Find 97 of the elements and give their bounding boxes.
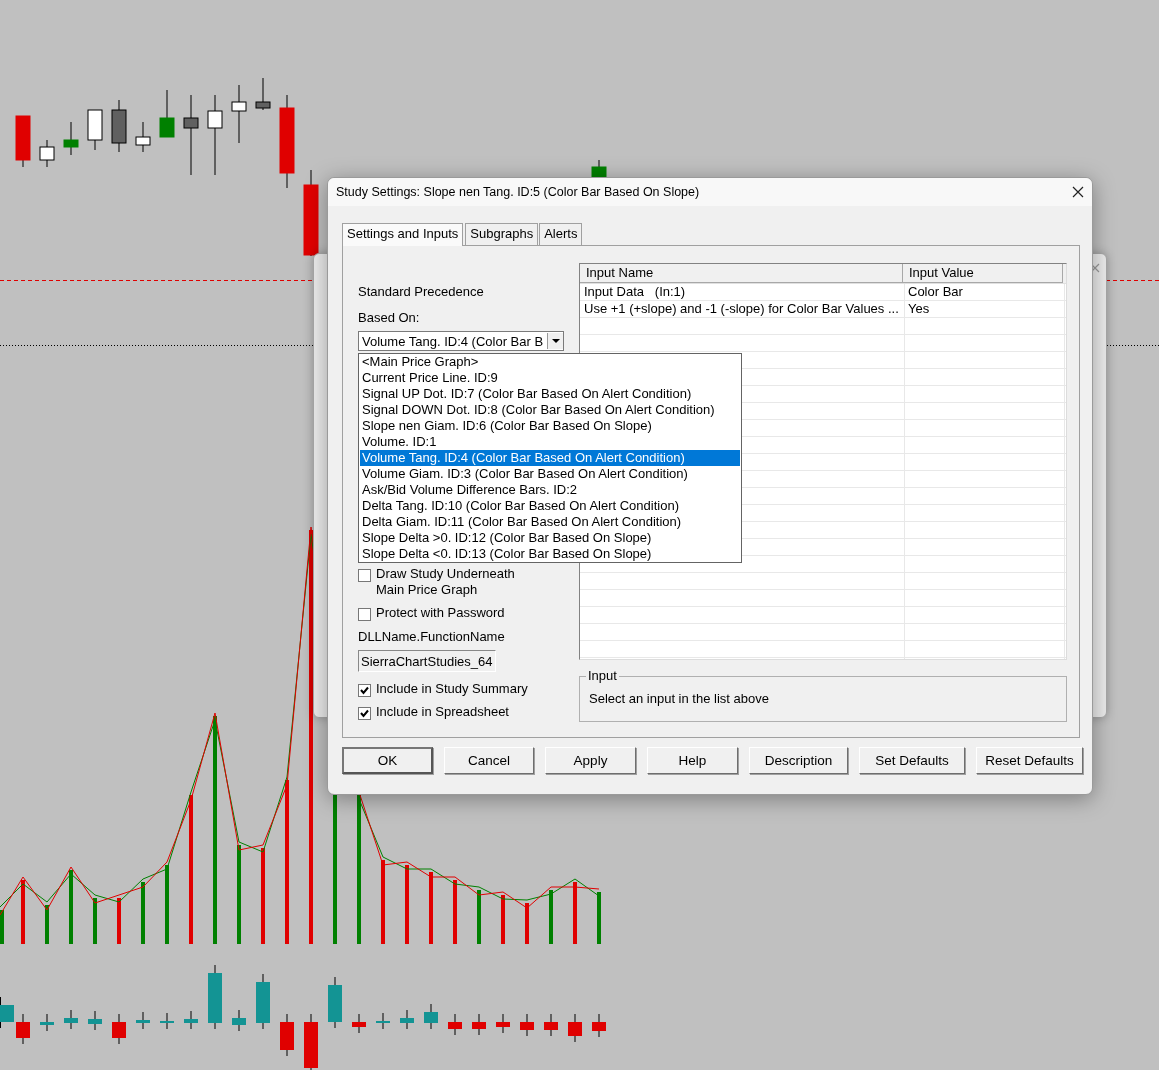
table-cell-text: Input Data (In:1) <box>583 284 687 301</box>
candle <box>135 121 151 153</box>
volume-bar <box>453 880 457 944</box>
dropdown-option[interactable]: Volume. ID:1 <box>360 434 740 450</box>
candle <box>15 115 31 168</box>
candle <box>88 1010 102 1031</box>
window-title: Study Settings: Slope nen Tang. ID:5 (Color Bar Based On Slope) <box>336 185 700 199</box>
dropdown-option[interactable]: Slope Delta >0. ID:12 (Color Bar Based On Slope) <box>360 530 740 546</box>
checkbox[interactable] <box>358 684 371 697</box>
dropdown-option[interactable]: Ask/Bid Volume Difference Bars. ID:2 <box>360 482 740 498</box>
input-hint: Select an input in the list above <box>589 691 770 706</box>
dialog-button[interactable]: Description <box>749 747 848 774</box>
candle <box>112 1013 126 1045</box>
candle <box>544 1013 558 1037</box>
dialog-button[interactable]: OK <box>342 747 433 774</box>
based-on-dropdown[interactable]: Volume Tang. ID:4 (Color Bar B <box>358 331 564 351</box>
dll-name-label: DLLName.FunctionName <box>358 629 506 645</box>
candle <box>39 139 55 168</box>
candle <box>376 1012 390 1030</box>
checkbox-label: Include in Spreadsheet <box>376 704 510 720</box>
candle <box>87 109 103 151</box>
dll-name-field[interactable]: SierraChartStudies_64 <box>358 650 496 672</box>
based-on-label: Based On: <box>358 310 421 326</box>
candle <box>280 1013 294 1057</box>
volume-bar <box>477 890 481 944</box>
candle <box>304 1013 318 1070</box>
volume-bar <box>93 898 97 944</box>
candle <box>160 1012 174 1030</box>
candle <box>16 1013 30 1045</box>
dialog-button[interactable]: Cancel <box>444 747 534 774</box>
tab[interactable]: Subgraphs <box>465 223 539 245</box>
volume-bar <box>429 872 433 944</box>
dropdown-option[interactable]: Signal UP Dot. ID:7 (Color Bar Based On Alert Condition) <box>360 386 740 402</box>
volume-bar <box>117 898 121 944</box>
table-cell-text: Use +1 (+slope) and -1 (-slope) for Color Bar Values ... <box>583 301 900 318</box>
volume-bar <box>549 890 553 944</box>
candle <box>255 77 271 111</box>
tab[interactable]: Alerts <box>539 223 583 245</box>
group-title: Input <box>586 668 619 683</box>
volume-bar <box>45 905 49 944</box>
candle <box>448 1013 462 1036</box>
volume-bar <box>21 880 25 944</box>
candle <box>496 1013 510 1034</box>
column-header[interactable]: Input Name <box>580 264 903 283</box>
candle <box>591 159 607 179</box>
volume-bar <box>597 892 601 944</box>
candle <box>159 89 175 138</box>
precedence-label: Standard Precedence <box>358 284 485 300</box>
checkbox-label: Include in Study Summary <box>376 681 529 697</box>
candle <box>472 1013 486 1036</box>
table-cell-text: Color Bar <box>907 284 964 301</box>
dropdown-option[interactable]: Current Price Line. ID:9 <box>360 370 740 386</box>
candle <box>231 84 247 144</box>
dropdown-option[interactable]: Slope Delta <0. ID:13 (Color Bar Based On Slope) <box>360 546 740 562</box>
checkbox-label: Draw Study Underneath Main Price Graph <box>376 566 516 598</box>
candle <box>40 1013 54 1032</box>
candle <box>328 976 342 1029</box>
caret-icon <box>551 339 560 343</box>
candle <box>0 996 14 1029</box>
table-cell-text: Yes <box>907 301 931 318</box>
checkbox-label: Protect with Password <box>376 605 506 621</box>
volume-bar <box>141 882 145 944</box>
dropdown-option[interactable]: Delta Tang. ID:10 (Color Bar Based On Alert Condition) <box>360 498 740 514</box>
dialog-button[interactable]: Apply <box>545 747 636 774</box>
checkbox[interactable] <box>358 707 371 720</box>
candle <box>592 1013 606 1038</box>
candle <box>568 1013 582 1043</box>
checkbox[interactable] <box>358 608 371 621</box>
dialog-button[interactable]: Help <box>647 747 738 774</box>
candle <box>232 1009 246 1032</box>
candle <box>400 1009 414 1030</box>
dropdown-option[interactable]: Slope nen Giam. ID:6 (Color Bar Based On Slope) <box>360 418 740 434</box>
dialog-button[interactable]: Reset Defaults <box>976 747 1083 774</box>
candle <box>136 1011 150 1030</box>
candle <box>256 973 270 1030</box>
checkbox[interactable] <box>358 569 371 582</box>
dropdown-option[interactable]: <Main Price Graph> <box>360 354 740 370</box>
dropdown-option[interactable]: Volume Tang. ID:4 (Color Bar Based On Alert Condition) <box>360 450 740 466</box>
close-icon[interactable] <box>1072 186 1084 198</box>
candle <box>352 1013 366 1034</box>
dropdown-option[interactable]: Volume Giam. ID:3 (Color Bar Based On Alert Condition) <box>360 466 740 482</box>
candle <box>111 99 127 153</box>
candle <box>520 1013 534 1037</box>
dropdown-option[interactable]: Delta Giam. ID:11 (Color Bar Based On Alert Condition) <box>360 514 740 530</box>
column-header[interactable]: Input Value <box>903 264 1063 283</box>
dropdown-option[interactable]: Signal DOWN Dot. ID:8 (Color Bar Based On Alert Condition) <box>360 402 740 418</box>
candle <box>184 1010 198 1030</box>
volume-bar <box>525 903 529 944</box>
candle <box>424 1003 438 1030</box>
candle <box>64 1009 78 1030</box>
tab[interactable]: Settings and Inputs <box>342 223 464 246</box>
candle <box>63 121 79 156</box>
volume-bar <box>0 910 4 944</box>
volume-bar <box>501 895 505 944</box>
volume-bar <box>573 882 577 944</box>
candle <box>208 964 222 1030</box>
dialog-button[interactable]: Set Defaults <box>859 747 965 774</box>
